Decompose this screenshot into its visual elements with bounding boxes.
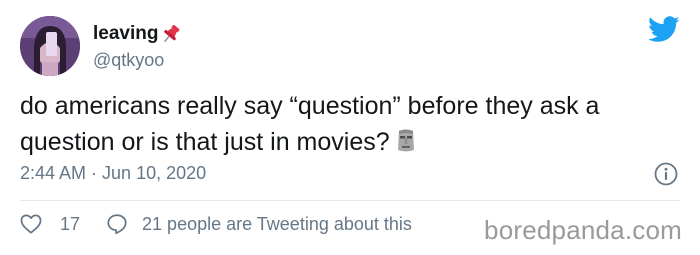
display-name[interactable]: leaving (93, 23, 158, 45)
user-handle[interactable]: @qtkyoo (93, 50, 164, 71)
tweet-actions: 17 21 people are Tweeting about this (20, 213, 412, 235)
avatar-photo (20, 16, 80, 76)
tweet-body: do americans really say “question” befor… (20, 92, 600, 156)
moai-icon (393, 128, 419, 154)
watermark: boredpanda.com (484, 215, 682, 245)
tweet-time: 2:44 AM (20, 163, 87, 183)
user-name-row: leaving (93, 23, 182, 45)
heart-icon[interactable] (20, 214, 42, 234)
pushpin-icon (160, 23, 182, 45)
avatar[interactable] (20, 16, 80, 76)
tweeting-about-link[interactable]: 21 people are Tweeting about this (142, 214, 412, 235)
twitter-bird-icon[interactable] (648, 16, 680, 43)
info-icon[interactable] (654, 162, 678, 186)
tweet-timestamp[interactable]: 2:44 AM · Jun 10, 2020 (20, 163, 206, 184)
tweet-card: leaving @qtkyoo do americans really say … (0, 0, 700, 255)
speech-bubble-icon[interactable] (106, 213, 128, 235)
tweet-date: Jun 10, 2020 (102, 163, 207, 183)
timestamp-separator: · (86, 163, 103, 183)
tweet-text: do americans really say “question” befor… (20, 88, 680, 160)
divider (20, 200, 680, 201)
like-count[interactable]: 17 (60, 214, 80, 235)
